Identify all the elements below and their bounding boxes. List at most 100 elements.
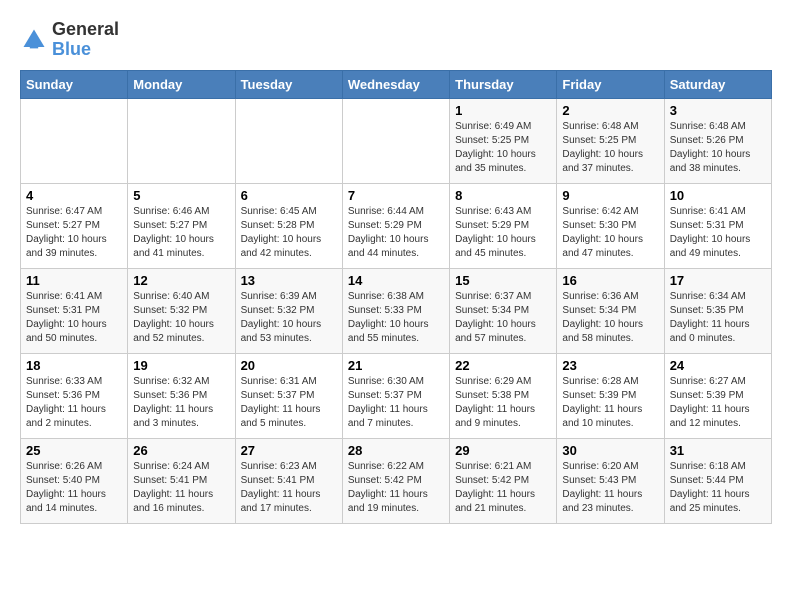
calendar-cell: 21 Sunrise: 6:30 AMSunset: 5:37 PMDayligh… xyxy=(342,353,449,438)
day-info: Sunrise: 6:22 AMSunset: 5:42 PMDaylight:… xyxy=(348,460,444,516)
calendar-cell: 8 Sunrise: 6:43 AMSunset: 5:29 PMDaylight… xyxy=(450,183,557,268)
calendar-week-4: 18Sunrise: 6:33 AMSunset: 5:36 PMDayligh… xyxy=(21,353,772,438)
day-number: 27 xyxy=(241,443,337,458)
calendar-cell: 28 Sunrise: 6:22 AMSunset: 5:42 PMDayligh… xyxy=(342,438,449,523)
calendar-body: 1 Sunrise: 6:49 AMSunset: 5:25 PMDaylight… xyxy=(21,98,772,523)
day-info: Sunrise: 6:49 AMSunset: 5:25 PMDaylight:… xyxy=(455,120,551,176)
day-info: Sunrise: 6:26 AMSunset: 5:40 PMDaylight:… xyxy=(26,460,122,516)
calendar-cell: 29 Sunrise: 6:21 AMSunset: 5:42 PMDayligh… xyxy=(450,438,557,523)
page-header: General Blue xyxy=(20,20,772,60)
day-number: 13 xyxy=(241,273,337,288)
day-info: Sunrise: 6:32 AMSunset: 5:36 PMDaylight:… xyxy=(133,375,229,431)
day-number: 10 xyxy=(670,188,766,203)
header-row: Sunday Monday Tuesday Wednesday Thursday… xyxy=(21,70,772,98)
day-number: 7 xyxy=(348,188,444,203)
day-number: 19 xyxy=(133,358,229,373)
day-number: 6 xyxy=(241,188,337,203)
calendar-cell: 6 Sunrise: 6:45 AMSunset: 5:28 PMDaylight… xyxy=(235,183,342,268)
day-number: 30 xyxy=(562,443,658,458)
day-info: Sunrise: 6:41 AMSunset: 5:31 PMDaylight:… xyxy=(670,205,766,261)
calendar-cell: 19 Sunrise: 6:32 AMSunset: 5:36 PMDayligh… xyxy=(128,353,235,438)
day-info: Sunrise: 6:38 AMSunset: 5:33 PMDaylight:… xyxy=(348,290,444,346)
day-number: 23 xyxy=(562,358,658,373)
calendar-cell: 14 Sunrise: 6:38 AMSunset: 5:33 PMDayligh… xyxy=(342,268,449,353)
calendar-cell: 5Sunrise: 6:46 AMSunset: 5:27 PMDaylight… xyxy=(128,183,235,268)
calendar-cell: 1 Sunrise: 6:49 AMSunset: 5:25 PMDaylight… xyxy=(450,98,557,183)
day-info: Sunrise: 6:18 AMSunset: 5:44 PMDaylight:… xyxy=(670,460,766,516)
day-number: 29 xyxy=(455,443,551,458)
day-number: 12 xyxy=(133,273,229,288)
day-info: Sunrise: 6:44 AMSunset: 5:29 PMDaylight:… xyxy=(348,205,444,261)
calendar-cell: 4 Sunrise: 6:47 AMSunset: 5:27 PMDaylight… xyxy=(21,183,128,268)
calendar-week-2: 4 Sunrise: 6:47 AMSunset: 5:27 PMDaylight… xyxy=(21,183,772,268)
calendar-cell: 11 Sunrise: 6:41 AMSunset: 5:31 PMDayligh… xyxy=(21,268,128,353)
day-info: Sunrise: 6:37 AMSunset: 5:34 PMDaylight:… xyxy=(455,290,551,346)
col-saturday: Saturday xyxy=(664,70,771,98)
day-number: 1 xyxy=(455,103,551,118)
calendar-cell: 15Sunrise: 6:37 AMSunset: 5:34 PMDayligh… xyxy=(450,268,557,353)
logo-text: General Blue xyxy=(52,20,119,60)
calendar-week-5: 25Sunrise: 6:26 AMSunset: 5:40 PMDayligh… xyxy=(21,438,772,523)
day-number: 26 xyxy=(133,443,229,458)
col-thursday: Thursday xyxy=(450,70,557,98)
day-info: Sunrise: 6:42 AMSunset: 5:30 PMDaylight:… xyxy=(562,205,658,261)
col-wednesday: Wednesday xyxy=(342,70,449,98)
day-info: Sunrise: 6:46 AMSunset: 5:27 PMDaylight:… xyxy=(133,205,229,261)
day-info: Sunrise: 6:34 AMSunset: 5:35 PMDaylight:… xyxy=(670,290,766,346)
day-number: 20 xyxy=(241,358,337,373)
day-info: Sunrise: 6:30 AMSunset: 5:37 PMDaylight:… xyxy=(348,375,444,431)
day-info: Sunrise: 6:43 AMSunset: 5:29 PMDaylight:… xyxy=(455,205,551,261)
day-number: 17 xyxy=(670,273,766,288)
logo-icon xyxy=(20,26,48,54)
day-info: Sunrise: 6:31 AMSunset: 5:37 PMDaylight:… xyxy=(241,375,337,431)
day-info: Sunrise: 6:33 AMSunset: 5:36 PMDaylight:… xyxy=(26,375,122,431)
day-info: Sunrise: 6:23 AMSunset: 5:41 PMDaylight:… xyxy=(241,460,337,516)
day-number: 31 xyxy=(670,443,766,458)
calendar-cell: 17 Sunrise: 6:34 AMSunset: 5:35 PMDayligh… xyxy=(664,268,771,353)
day-info: Sunrise: 6:47 AMSunset: 5:27 PMDaylight:… xyxy=(26,205,122,261)
calendar-cell xyxy=(342,98,449,183)
calendar-cell xyxy=(128,98,235,183)
calendar-cell: 23 Sunrise: 6:28 AMSunset: 5:39 PMDayligh… xyxy=(557,353,664,438)
calendar-cell: 7 Sunrise: 6:44 AMSunset: 5:29 PMDaylight… xyxy=(342,183,449,268)
day-number: 4 xyxy=(26,188,122,203)
calendar-cell: 16Sunrise: 6:36 AMSunset: 5:34 PMDayligh… xyxy=(557,268,664,353)
col-friday: Friday xyxy=(557,70,664,98)
day-number: 8 xyxy=(455,188,551,203)
day-info: Sunrise: 6:41 AMSunset: 5:31 PMDaylight:… xyxy=(26,290,122,346)
day-number: 11 xyxy=(26,273,122,288)
calendar-cell: 26 Sunrise: 6:24 AMSunset: 5:41 PMDayligh… xyxy=(128,438,235,523)
day-number: 22 xyxy=(455,358,551,373)
day-number: 3 xyxy=(670,103,766,118)
day-number: 9 xyxy=(562,188,658,203)
day-number: 21 xyxy=(348,358,444,373)
calendar-cell: 24 Sunrise: 6:27 AMSunset: 5:39 PMDayligh… xyxy=(664,353,771,438)
day-number: 2 xyxy=(562,103,658,118)
col-monday: Monday xyxy=(128,70,235,98)
calendar-cell: 22Sunrise: 6:29 AMSunset: 5:38 PMDayligh… xyxy=(450,353,557,438)
calendar-header: Sunday Monday Tuesday Wednesday Thursday… xyxy=(21,70,772,98)
day-info: Sunrise: 6:40 AMSunset: 5:32 PMDaylight:… xyxy=(133,290,229,346)
col-tuesday: Tuesday xyxy=(235,70,342,98)
calendar-cell: 12 Sunrise: 6:40 AMSunset: 5:32 PMDayligh… xyxy=(128,268,235,353)
day-number: 14 xyxy=(348,273,444,288)
day-info: Sunrise: 6:39 AMSunset: 5:32 PMDaylight:… xyxy=(241,290,337,346)
calendar-cell: 20 Sunrise: 6:31 AMSunset: 5:37 PMDayligh… xyxy=(235,353,342,438)
day-info: Sunrise: 6:24 AMSunset: 5:41 PMDaylight:… xyxy=(133,460,229,516)
calendar-cell: 31 Sunrise: 6:18 AMSunset: 5:44 PMDayligh… xyxy=(664,438,771,523)
day-number: 24 xyxy=(670,358,766,373)
logo: General Blue xyxy=(20,20,119,60)
day-info: Sunrise: 6:20 AMSunset: 5:43 PMDaylight:… xyxy=(562,460,658,516)
day-info: Sunrise: 6:27 AMSunset: 5:39 PMDaylight:… xyxy=(670,375,766,431)
day-number: 28 xyxy=(348,443,444,458)
calendar-cell: 30 Sunrise: 6:20 AMSunset: 5:43 PMDayligh… xyxy=(557,438,664,523)
day-info: Sunrise: 6:21 AMSunset: 5:42 PMDaylight:… xyxy=(455,460,551,516)
day-info: Sunrise: 6:45 AMSunset: 5:28 PMDaylight:… xyxy=(241,205,337,261)
day-info: Sunrise: 6:48 AMSunset: 5:25 PMDaylight:… xyxy=(562,120,658,176)
calendar-cell: 25Sunrise: 6:26 AMSunset: 5:40 PMDayligh… xyxy=(21,438,128,523)
day-info: Sunrise: 6:28 AMSunset: 5:39 PMDaylight:… xyxy=(562,375,658,431)
day-info: Sunrise: 6:48 AMSunset: 5:26 PMDaylight:… xyxy=(670,120,766,176)
calendar-cell: 10 Sunrise: 6:41 AMSunset: 5:31 PMDayligh… xyxy=(664,183,771,268)
calendar-cell: 2 Sunrise: 6:48 AMSunset: 5:25 PMDaylight… xyxy=(557,98,664,183)
calendar-cell: 3 Sunrise: 6:48 AMSunset: 5:26 PMDaylight… xyxy=(664,98,771,183)
